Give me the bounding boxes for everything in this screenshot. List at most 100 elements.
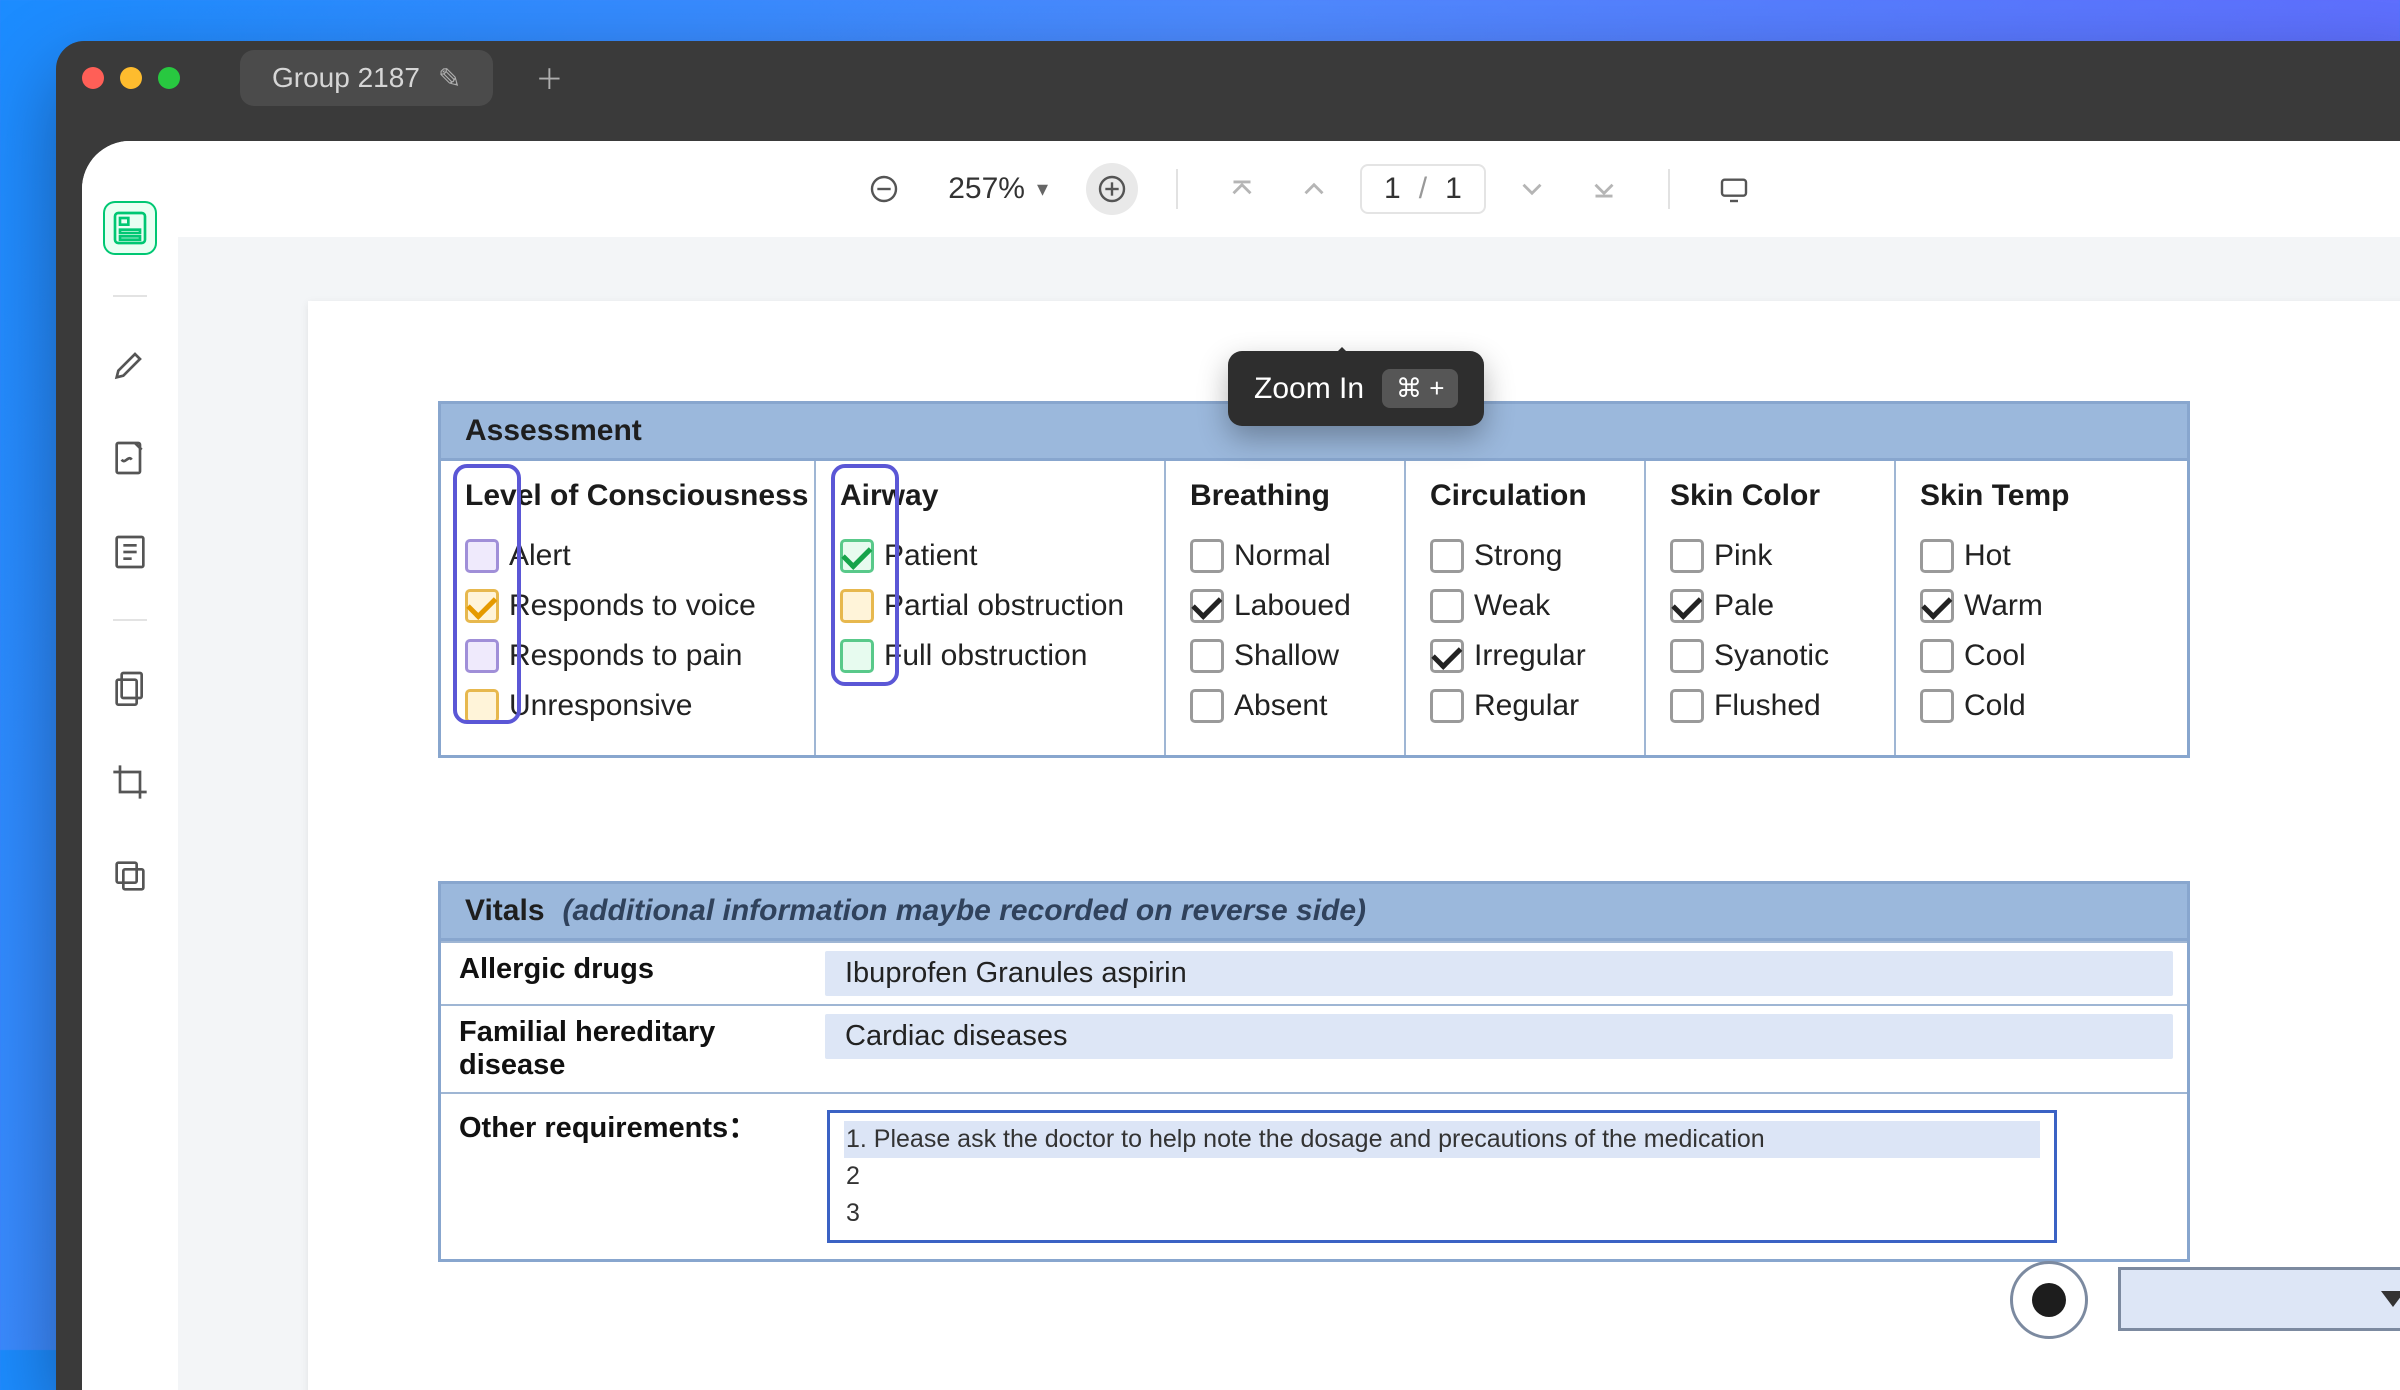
checkbox-option[interactable]: Responds to voice (465, 581, 790, 631)
checkbox-option[interactable]: Pale (1670, 581, 1870, 631)
dropdown-form-control[interactable] (2118, 1267, 2400, 1331)
list-line: 3 (844, 1195, 2040, 1232)
page-current: 1 (1384, 172, 1401, 206)
checkbox-option[interactable]: Weak (1430, 581, 1620, 631)
checkbox-option[interactable]: Patient (840, 531, 1140, 581)
tooltip-label: Zoom In (1254, 372, 1364, 406)
option-label: Hot (1964, 539, 2011, 573)
zoom-in-tooltip: Zoom In ⌘ + (1228, 351, 1484, 426)
checkbox-option[interactable]: Strong (1430, 531, 1620, 581)
toolbar-divider (1176, 169, 1178, 209)
form-fields-tool-icon[interactable] (103, 201, 157, 255)
checkbox-option[interactable]: Regular (1430, 681, 1620, 731)
checkbox-option[interactable]: Irregular (1430, 631, 1620, 681)
checkbox-option[interactable]: Hot (1920, 531, 2152, 581)
checkbox-option[interactable]: Cool (1920, 631, 2152, 681)
checkbox-icon (1430, 689, 1464, 723)
option-label: Responds to pain (509, 639, 743, 673)
add-tab-button[interactable]: ＋ (535, 58, 563, 98)
checkbox-option[interactable]: Partial obstruction (840, 581, 1140, 631)
allergic-row: Allergic drugs Ibuprofen Granules aspiri… (441, 941, 2187, 1004)
option-label: Unresponsive (509, 689, 692, 723)
zoom-in-button[interactable] (1086, 163, 1138, 215)
column-header: Circulation (1430, 479, 1620, 513)
checkbox-icon (1190, 639, 1224, 673)
vitals-subtitle: (additional information maybe recorded o… (563, 894, 1367, 928)
rename-tab-icon[interactable]: ✎ (438, 62, 461, 95)
tooltip-shortcut: ⌘ + (1382, 369, 1458, 408)
column-header: Airway (840, 479, 1140, 513)
option-label: Absent (1234, 689, 1327, 723)
close-window-button[interactable] (82, 67, 104, 89)
highlighter-tool-icon[interactable] (103, 337, 157, 391)
sidebar-divider (113, 619, 147, 621)
duplicate-page-tool-icon[interactable] (103, 661, 157, 715)
minimize-window-button[interactable] (120, 67, 142, 89)
last-page-button[interactable] (1578, 163, 1630, 215)
zoom-out-button[interactable] (858, 163, 910, 215)
titlebar: Group 2187 ✎ ＋ (56, 41, 2400, 115)
checkbox-option[interactable]: Normal (1190, 531, 1380, 581)
checkbox-icon (1920, 639, 1954, 673)
radio-form-control[interactable] (2010, 1261, 2088, 1339)
other-requirements-textarea[interactable]: 1. Please ask the doctor to help note th… (827, 1110, 2057, 1243)
checkbox-option[interactable]: Unresponsive (465, 681, 790, 731)
checkbox-option[interactable]: Warm (1920, 581, 2152, 631)
option-label: Patient (884, 539, 977, 573)
option-label: Alert (509, 539, 571, 573)
checkbox-option[interactable]: Pink (1670, 531, 1870, 581)
page-slash: / (1419, 172, 1427, 206)
column-header: Breathing (1190, 479, 1380, 513)
checkbox-option[interactable]: Full obstruction (840, 631, 1140, 681)
option-label: Pale (1714, 589, 1774, 623)
tab-group[interactable]: Group 2187 ✎ (240, 50, 493, 106)
option-label: Cool (1964, 639, 2026, 673)
checkbox-option[interactable]: Responds to pain (465, 631, 790, 681)
checkbox-icon (1920, 539, 1954, 573)
assessment-column: Circulation Strong Weak Irregular Regular (1406, 461, 1646, 755)
option-label: Cold (1964, 689, 2026, 723)
checkbox-icon (1920, 689, 1954, 723)
checkbox-icon (465, 689, 499, 723)
checkbox-icon (465, 639, 499, 673)
checkbox-option[interactable]: Laboued (1190, 581, 1380, 631)
layers-tool-icon[interactable] (103, 849, 157, 903)
sign-tool-icon[interactable] (103, 431, 157, 485)
checkbox-icon (1190, 589, 1224, 623)
prev-page-button[interactable] (1288, 163, 1340, 215)
checkbox-option[interactable]: Syanotic (1670, 631, 1870, 681)
app-frame: 257% ▾ 1 / 1 Zoom (82, 141, 2400, 1390)
chevron-down-icon (2381, 1291, 2400, 1307)
window-controls (82, 67, 180, 89)
first-page-button[interactable] (1216, 163, 1268, 215)
checkbox-icon (840, 539, 874, 573)
checkbox-icon (1430, 639, 1464, 673)
checkbox-option[interactable]: Flushed (1670, 681, 1870, 731)
checkbox-icon (1670, 589, 1704, 623)
assessment-column: Level of ConsciousnessAlertResponds to v… (441, 461, 816, 755)
checkbox-icon (1430, 539, 1464, 573)
familial-label: Familial hereditary disease (441, 1006, 811, 1092)
checkbox-option[interactable]: Alert (465, 531, 790, 581)
option-label: Weak (1474, 589, 1550, 623)
zoom-level-select[interactable]: 257% ▾ (930, 164, 1066, 214)
option-label: Irregular (1474, 639, 1586, 673)
allergic-input[interactable]: Ibuprofen Granules aspirin (825, 951, 2173, 996)
next-page-button[interactable] (1506, 163, 1558, 215)
option-label: Partial obstruction (884, 589, 1124, 623)
page-indicator[interactable]: 1 / 1 (1360, 164, 1486, 214)
checkbox-icon (1670, 539, 1704, 573)
familial-input[interactable]: Cardiac diseases (825, 1014, 2173, 1059)
option-label: Laboued (1234, 589, 1351, 623)
checkbox-option[interactable]: Shallow (1190, 631, 1380, 681)
option-label: Flushed (1714, 689, 1821, 723)
crop-tool-icon[interactable] (103, 755, 157, 809)
viewer-toolbar: 257% ▾ 1 / 1 (178, 141, 2400, 237)
presentation-mode-button[interactable] (1708, 163, 1760, 215)
checkbox-option[interactable]: Absent (1190, 681, 1380, 731)
fullscreen-window-button[interactable] (158, 67, 180, 89)
page-tool-icon[interactable] (103, 525, 157, 579)
option-label: Strong (1474, 539, 1562, 573)
option-label: Regular (1474, 689, 1579, 723)
checkbox-option[interactable]: Cold (1920, 681, 2152, 731)
